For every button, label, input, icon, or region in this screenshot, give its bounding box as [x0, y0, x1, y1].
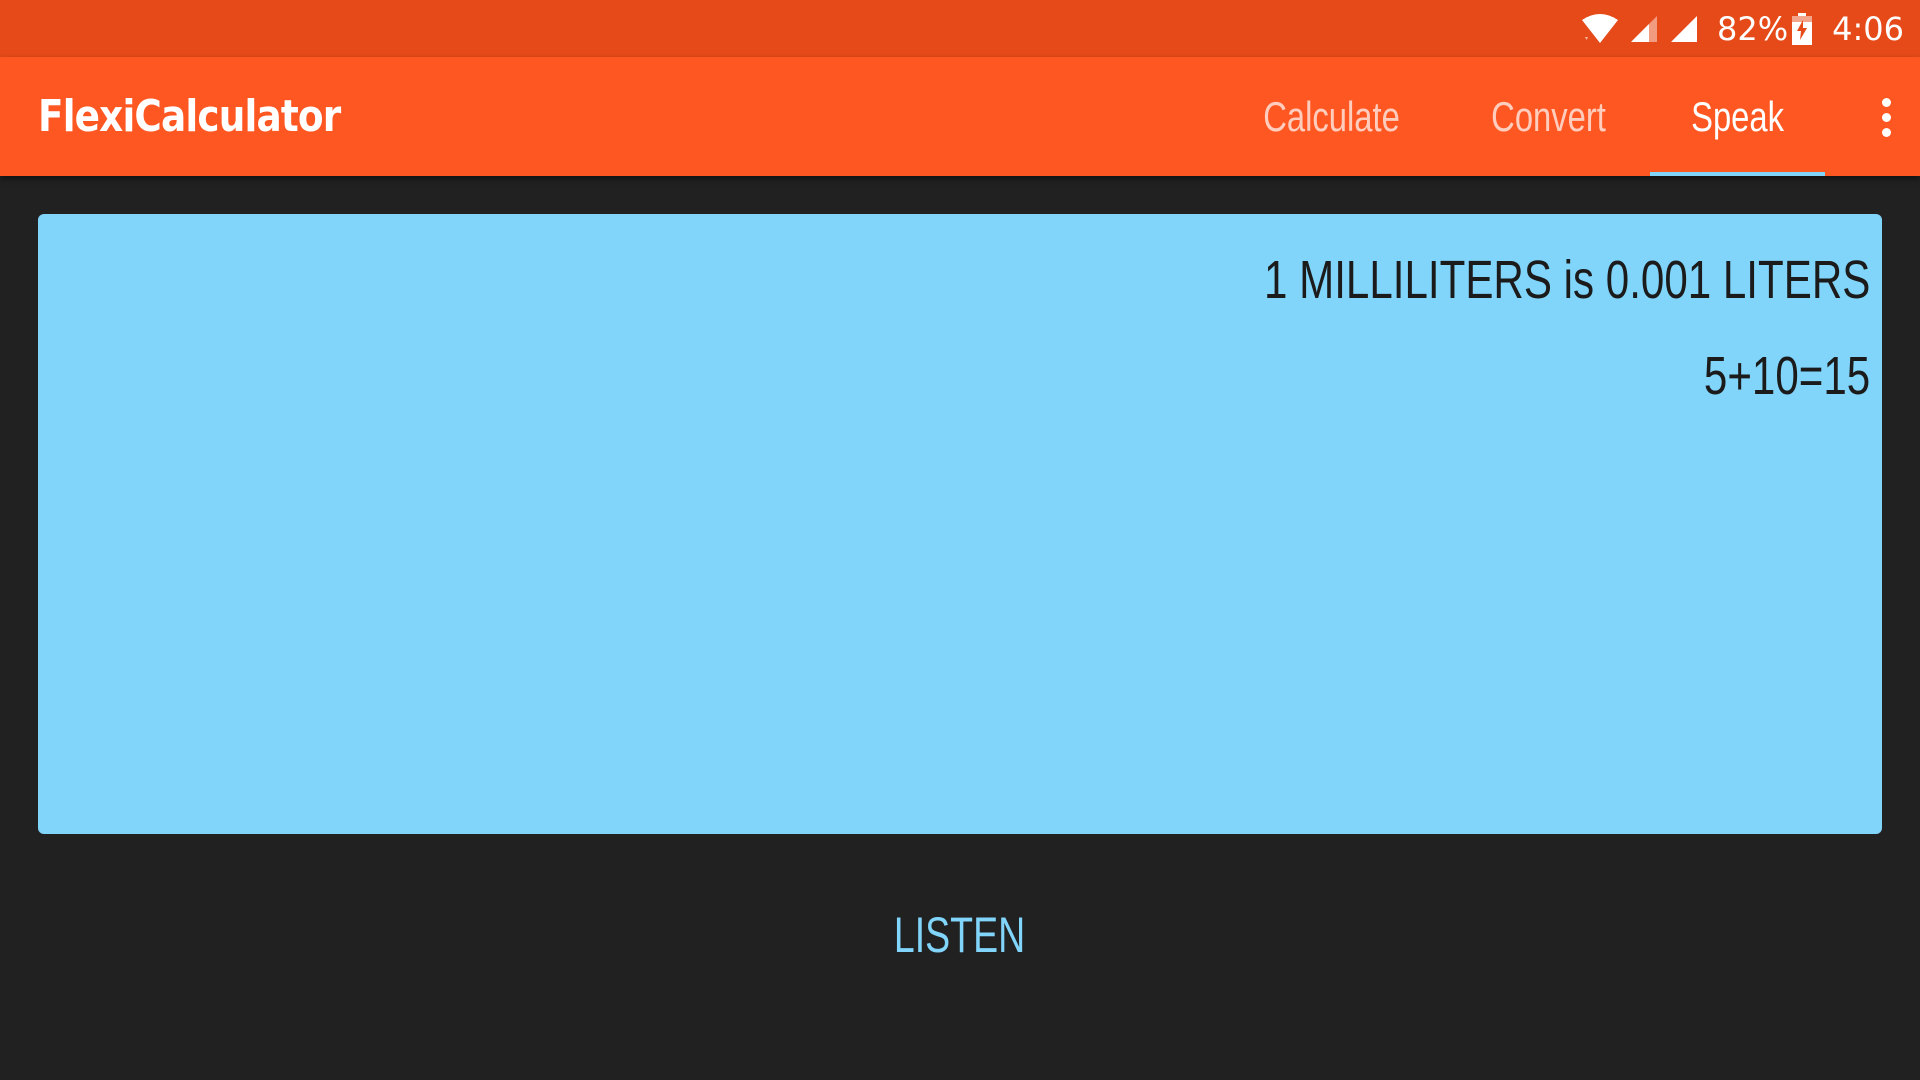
listen-button[interactable]: LISTEN: [860, 895, 1060, 975]
status-bar: 82% 4:06: [0, 0, 1920, 57]
battery-charging-icon: [1792, 12, 1813, 45]
more-vert-icon[interactable]: [1872, 87, 1900, 147]
wifi-icon: [1581, 13, 1619, 44]
listen-button-label: LISTEN: [894, 907, 1026, 963]
battery-percent: 82%: [1717, 9, 1789, 48]
result-line: 5+10=15: [50, 328, 1870, 424]
cell-signal-icon: [1629, 14, 1659, 44]
battery-text-group: 82%: [1717, 9, 1813, 48]
tab-calculate-label: Calculate: [1262, 93, 1400, 140]
cell-signal-icon: [1669, 14, 1699, 44]
result-line: 1 MILLILITERS is 0.001 LITERS: [50, 232, 1870, 328]
app-title: FlexiCalculator: [38, 91, 341, 142]
tab-calculate[interactable]: Calculate: [1216, 57, 1447, 176]
output-panel: 1 MILLILITERS is 0.001 LITERS 5+10=15: [38, 214, 1882, 834]
tab-convert-label: Convert: [1491, 93, 1606, 140]
tab-convert[interactable]: Convert: [1447, 57, 1650, 176]
tab-speak[interactable]: Speak: [1649, 57, 1826, 176]
tab-speak-label: Speak: [1691, 93, 1784, 140]
status-time: 4:06: [1832, 9, 1904, 48]
tab-bar: Calculate Convert Speak: [1216, 57, 1826, 176]
result-line-text: 5+10=15: [1703, 346, 1870, 406]
result-line-text: 1 MILLILITERS is 0.001 LITERS: [1263, 250, 1870, 310]
app-bar: FlexiCalculator Calculate Convert Speak: [0, 57, 1920, 176]
